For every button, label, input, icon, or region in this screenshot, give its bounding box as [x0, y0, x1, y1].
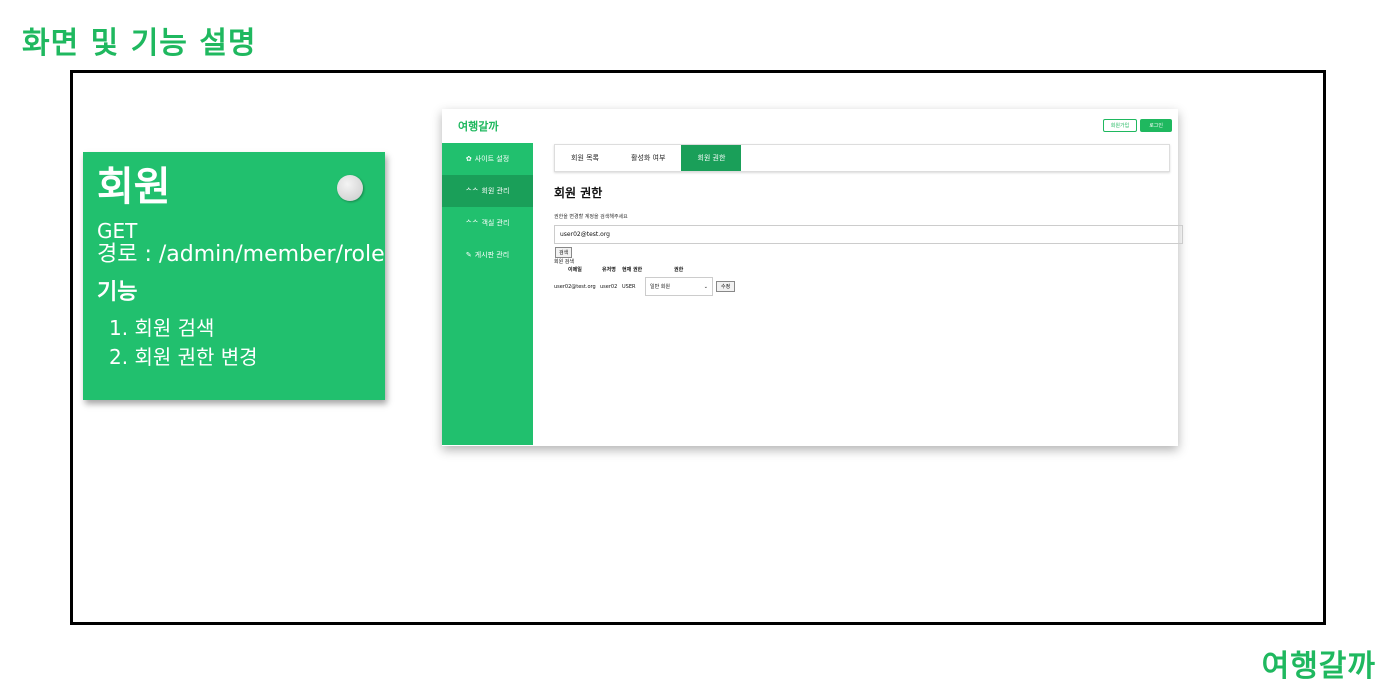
- note-feature-item: 2. 회원 권한 변경: [109, 345, 258, 369]
- chevron-down-icon: ⌄: [703, 283, 708, 290]
- admin-sidebar: ✿ 사이트 설정 ᄉᄉ 회원 관리 ᄉᄉ 객실 관리 ✎ 게시판 관리: [442, 143, 533, 445]
- pin-icon: [337, 175, 363, 201]
- sidebar-item-site-settings[interactable]: ✿ 사이트 설정: [442, 143, 533, 175]
- app-logo[interactable]: 여행갈까: [458, 118, 498, 134]
- sidebar-item-room-management[interactable]: ᄉᄉ 객실 관리: [442, 207, 533, 239]
- note-title: 회원: [97, 164, 171, 210]
- cell-username: user02: [600, 284, 618, 290]
- users-icon: ᄉᄉ: [465, 219, 479, 227]
- header-buttons: 회원가입 로그인: [1102, 119, 1172, 132]
- note-feature-item: 1. 회원 검색: [109, 316, 215, 340]
- feature-note: 회원 GET 경로 : /admin/member/role 기능 1. 회원 …: [83, 152, 385, 400]
- signup-button[interactable]: 회원가입: [1102, 119, 1138, 132]
- search-button[interactable]: 검색: [555, 247, 573, 258]
- role-select[interactable]: 일반 회원 ⌄: [645, 277, 713, 296]
- note-path: 경로 : /admin/member/role: [97, 242, 385, 267]
- sidebar-item-label: 객실 관리: [481, 219, 510, 227]
- users-icon: ᄉᄉ: [465, 187, 479, 195]
- column-header-role: 권한: [674, 267, 684, 273]
- tab-member-role[interactable]: 회원 권한: [681, 145, 742, 171]
- note-method: GET: [97, 219, 138, 243]
- search-hint: 권한을 변경할 계정을 검색해주세요: [554, 214, 628, 220]
- sidebar-item-label: 사이트 설정: [474, 155, 510, 163]
- column-header-username: 유저명: [602, 267, 616, 273]
- column-header-email: 이메일: [568, 267, 582, 273]
- gear-icon: ✿: [465, 155, 472, 163]
- cell-email: user02@test.org: [554, 284, 596, 290]
- result-title: 회원 검색: [554, 259, 574, 265]
- login-button[interactable]: 로그인: [1140, 119, 1172, 132]
- tab-activation[interactable]: 활성화 여부: [615, 145, 681, 171]
- cell-current-role: USER: [622, 284, 636, 290]
- note-features-heading: 기능: [97, 280, 138, 305]
- page-title: 회원 권한: [554, 186, 603, 200]
- sidebar-item-board-management[interactable]: ✎ 게시판 관리: [442, 239, 533, 271]
- sidebar-item-member-management[interactable]: ᄉᄉ 회원 관리: [442, 175, 533, 207]
- app-screenshot: 여행갈까 회원가입 로그인 ✿ 사이트 설정 ᄉᄉ 회원 관리 ᄉᄉ 객실 관리…: [442, 109, 1183, 446]
- search-input[interactable]: user02@test.org: [554, 225, 1183, 244]
- brand-logo: 여행갈까: [1261, 649, 1376, 684]
- slide-title: 화면 및 기능 설명: [22, 26, 257, 61]
- edit-role-button[interactable]: 수정: [716, 281, 736, 292]
- tab-member-list[interactable]: 회원 목록: [555, 145, 615, 171]
- sidebar-item-label: 회원 관리: [481, 187, 510, 195]
- member-tabs: 회원 목록 활성화 여부 회원 권한: [554, 144, 1170, 172]
- role-select-value: 일반 회원: [650, 284, 670, 290]
- sidebar-item-label: 게시판 관리: [474, 251, 510, 259]
- column-header-current-role: 현재 권한: [622, 267, 643, 273]
- pencil-icon: ✎: [465, 251, 472, 259]
